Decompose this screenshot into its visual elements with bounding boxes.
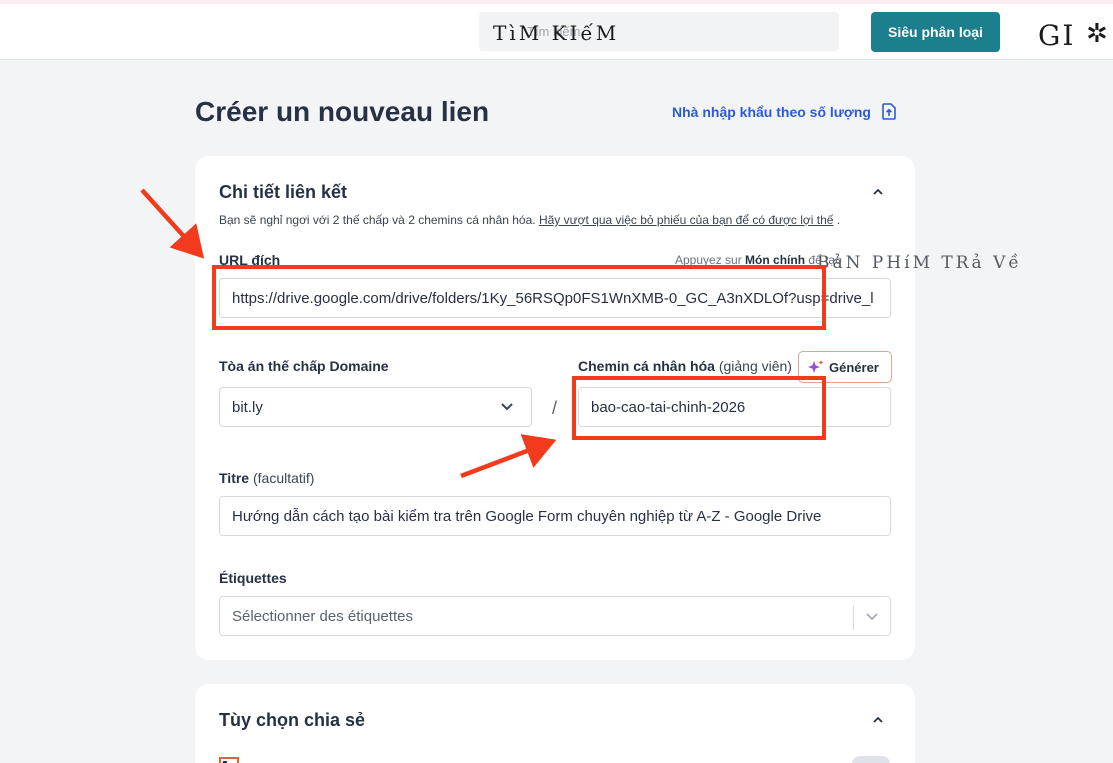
description-end: .: [836, 213, 841, 227]
arrow-annotation: [140, 188, 205, 259]
chevron-down-icon[interactable]: [500, 402, 514, 412]
star-glyph-icon: ✲: [1086, 18, 1108, 48]
select-divider: [853, 606, 854, 630]
super-classify-button[interactable]: Siêu phân loại: [871, 12, 1000, 52]
custom-path-label-note: (giảng viên): [718, 358, 792, 374]
highlight-box-url: [212, 265, 826, 330]
domain-select[interactable]: bit.ly: [219, 387, 532, 427]
chevron-up-icon[interactable]: [872, 714, 884, 726]
sparkle-icon: [808, 360, 824, 373]
hint-overlay-text: BảN PHíM TRả Về: [817, 253, 1022, 273]
tags-select[interactable]: Sélectionner des étiquettes: [219, 596, 891, 636]
sharing-options-card: Tùy chọn chia sẻ: [195, 684, 915, 763]
link-details-description: Bạn sẽ nghỉ ngơi với 2 thế chấp và 2 che…: [219, 213, 840, 227]
description-text: Bạn sẽ nghỉ ngơi với 2 thế chấp và 2 che…: [219, 213, 536, 227]
title-label: Titre (facultatif): [219, 470, 314, 486]
upload-icon[interactable]: [882, 103, 896, 120]
generate-label: Générer: [829, 359, 879, 375]
upgrade-link[interactable]: Hãy vượt qua việc bỏ phiếu của bạn để có…: [539, 213, 834, 227]
domain-label: Tòa án thế chấp Domaine: [219, 358, 389, 374]
link-details-title: Chi tiết liên kết: [219, 182, 348, 202]
path-separator: /: [552, 398, 558, 418]
bulk-import-link[interactable]: Nhà nhập khẩu theo số lượng: [672, 104, 871, 120]
qr-icon: [219, 757, 239, 763]
search-overlay-text: TìM KIếM: [493, 21, 620, 45]
domain-value: bit.ly: [232, 399, 263, 416]
search-input[interactable]: Tìm kiếm TìM KIếM: [479, 12, 839, 51]
title-input[interactable]: Hướng dẫn cách tạo bài kiểm tra trên Goo…: [219, 496, 891, 536]
title-label-note: (facultatif): [252, 470, 315, 486]
highlight-box-path: [572, 376, 826, 440]
sharing-options-title: Tùy chọn chia sẻ: [219, 710, 366, 730]
page-title: Créer un nouveau lien: [195, 96, 490, 127]
chevron-down-icon[interactable]: [865, 612, 879, 622]
custom-path-label: Chemin cá nhân hóa (giảng viên): [578, 358, 792, 374]
chevron-up-icon[interactable]: [872, 186, 884, 198]
custom-path-label-text: Chemin cá nhân hóa: [578, 358, 715, 374]
top-bar: Tìm kiếm TìM KIếM Siêu phân loại GI ✲: [0, 4, 1113, 60]
tags-label: Étiquettes: [219, 570, 287, 586]
overlay-gi-text: GI: [1038, 19, 1076, 52]
title-label-text: Titre: [219, 470, 250, 486]
toggle-switch[interactable]: [852, 756, 890, 763]
